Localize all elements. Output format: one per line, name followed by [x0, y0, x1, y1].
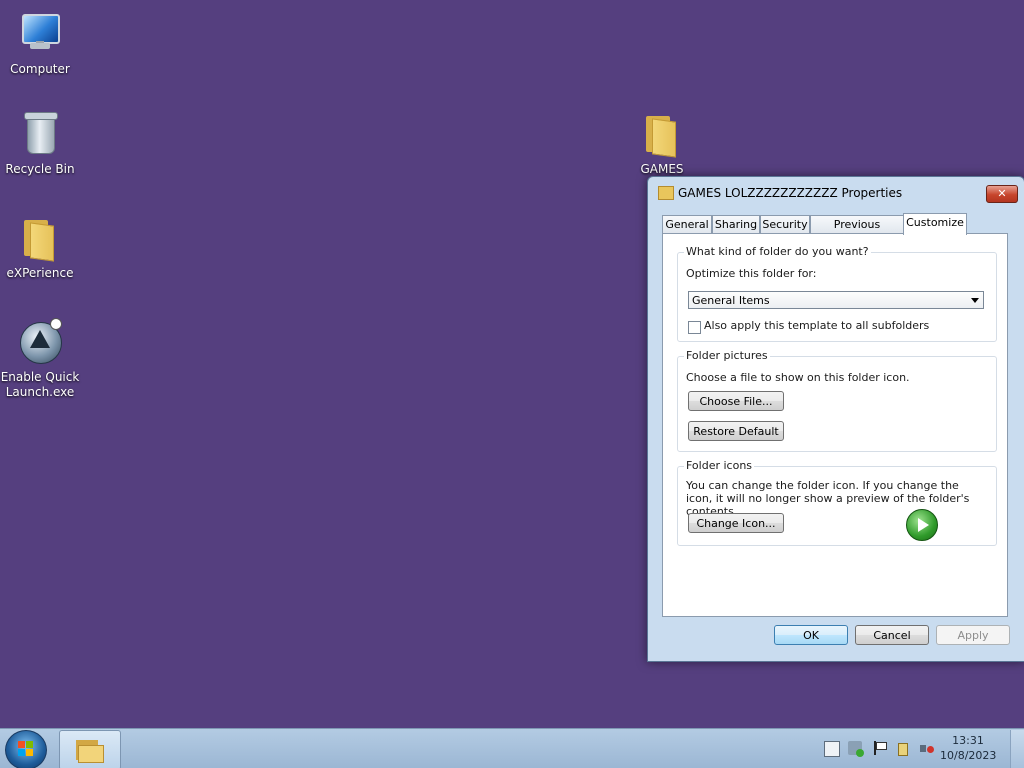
folder-icon [658, 186, 674, 200]
clock-time: 13:31 [952, 734, 984, 747]
group-title: Folder icons [684, 459, 755, 472]
apply-subfolders-label[interactable]: Also apply this template to all subfolde… [704, 319, 929, 332]
play-icon [906, 509, 938, 541]
ok-button[interactable]: OK [774, 625, 848, 645]
desktop-icon-label: Computer [10, 62, 70, 76]
desktop-icon-label: Recycle Bin [5, 162, 75, 176]
start-button[interactable] [5, 730, 47, 768]
tab-security[interactable]: Security [760, 215, 810, 233]
folder-pictures-description: Choose a file to show on this folder ico… [686, 371, 910, 384]
apply-button: Apply [936, 625, 1010, 645]
dialog-titlebar[interactable]: GAMES LOLZZZZZZZZZZZ Properties ✕ [648, 177, 1024, 209]
select-value: General Items [692, 294, 770, 307]
tab-sharing[interactable]: Sharing [712, 215, 760, 233]
power-icon[interactable] [896, 741, 910, 756]
desktop-icon-recycle-bin[interactable]: Recycle Bin [0, 110, 80, 177]
folder-type-select[interactable]: General Items [688, 291, 984, 309]
flag-icon[interactable] [872, 741, 887, 755]
chevron-down-icon [971, 298, 979, 303]
group-title: What kind of folder do you want? [684, 245, 871, 258]
restore-default-button[interactable]: Restore Default [688, 421, 784, 441]
network-icon[interactable] [848, 741, 864, 757]
taskbar-explorer-button[interactable] [59, 730, 121, 768]
folder-type-group: What kind of folder do you want? Optimiz… [677, 245, 997, 342]
action-center-icon[interactable] [824, 741, 840, 757]
desktop-icon-experience[interactable]: eXPerience [0, 214, 80, 281]
desktop-icon-enable-quick-launch[interactable]: Enable Quick Launch.exe [0, 318, 80, 400]
folder-pictures-group: Folder pictures Choose a file to show on… [677, 349, 997, 452]
tab-general[interactable]: General [662, 215, 712, 233]
recycle-bin-icon [16, 110, 64, 158]
taskbar: 13:31 10/8/2023 [0, 728, 1024, 768]
folder-icon [638, 110, 686, 158]
properties-dialog: GAMES LOLZZZZZZZZZZZ Properties ✕ Genera… [647, 176, 1024, 662]
customize-panel: What kind of folder do you want? Optimiz… [662, 233, 1008, 617]
folder-icon [16, 214, 64, 262]
optimize-label: Optimize this folder for: [686, 267, 817, 280]
clock[interactable]: 13:31 10/8/2023 [940, 733, 996, 763]
choose-file-button[interactable]: Choose File... [688, 391, 784, 411]
clock-date: 10/8/2023 [940, 749, 997, 762]
group-title: Folder pictures [684, 349, 770, 362]
apply-subfolders-checkbox[interactable] [688, 321, 701, 334]
volume-muted-icon[interactable] [920, 741, 934, 755]
desktop-icon-label: eXPerience [6, 266, 74, 280]
tab-customize[interactable]: Customize [903, 213, 967, 235]
computer-icon [16, 10, 64, 58]
close-button[interactable]: ✕ [986, 185, 1018, 203]
desktop-icon-label: Enable Quick Launch.exe [0, 370, 80, 399]
cancel-button[interactable]: Cancel [855, 625, 929, 645]
aim-app-icon [16, 318, 64, 366]
tab-previous-versions[interactable]: Previous Versions [810, 215, 904, 248]
desktop-icon-computer[interactable]: Computer [0, 10, 80, 77]
windows-logo-icon [18, 741, 34, 757]
dialog-title: GAMES LOLZZZZZZZZZZZ Properties [678, 186, 903, 200]
change-icon-button[interactable]: Change Icon... [688, 513, 784, 533]
show-desktop-button[interactable] [1010, 730, 1024, 768]
folder-icons-group: Folder icons You can change the folder i… [677, 459, 997, 546]
